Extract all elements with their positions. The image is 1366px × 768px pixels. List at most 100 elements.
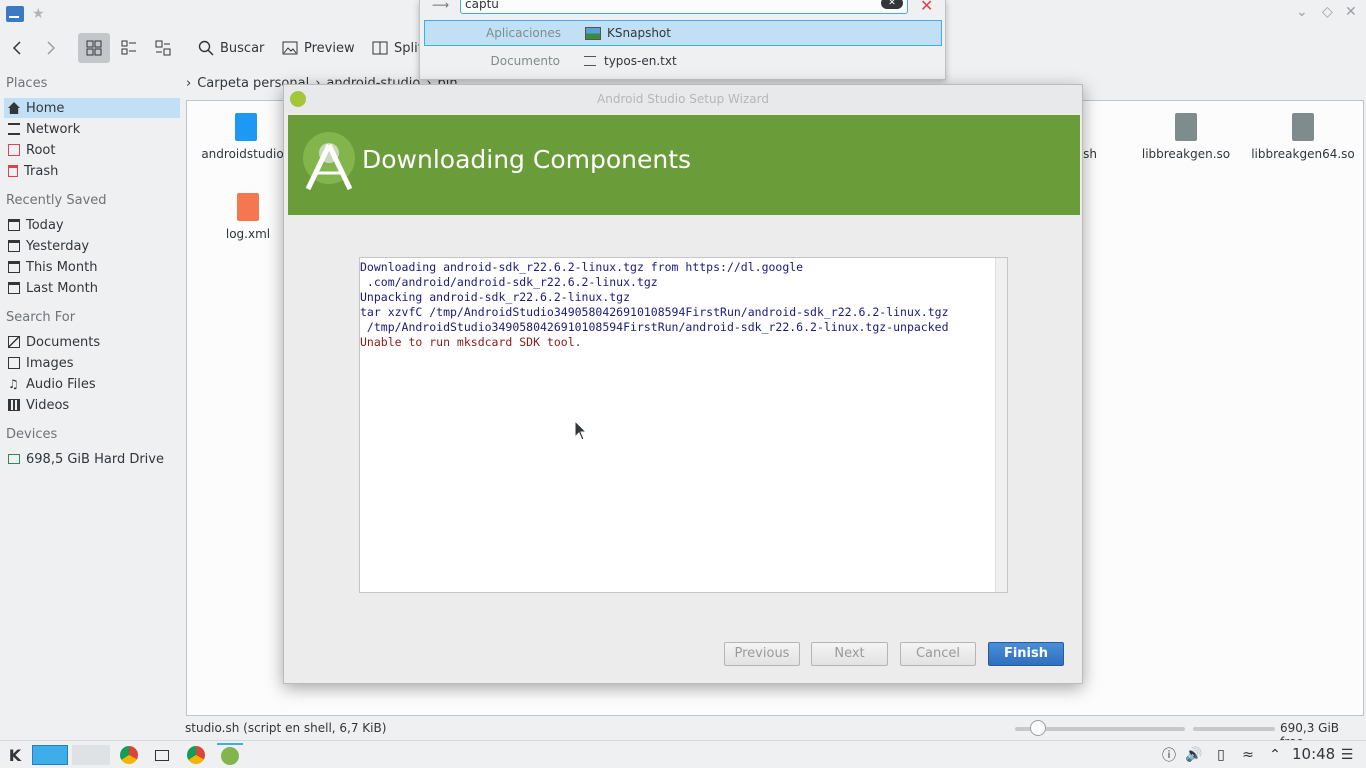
calendar-icon xyxy=(8,261,20,273)
xml-file-icon xyxy=(237,193,259,221)
place-network[interactable]: Network xyxy=(4,119,180,139)
free-space-bar xyxy=(1193,727,1275,731)
cancel-button[interactable]: Cancel xyxy=(900,642,976,666)
krunner-close-icon[interactable]: ✕ xyxy=(920,0,933,15)
place-root[interactable]: Root xyxy=(4,140,180,160)
pager-desktop-2[interactable] xyxy=(72,743,110,767)
place-last-month[interactable]: Last Month xyxy=(4,278,180,298)
maximize-icon[interactable]: ◇ xyxy=(1322,4,1333,20)
place-today[interactable]: Today xyxy=(4,215,180,235)
details-view-button[interactable] xyxy=(152,33,174,63)
place-audio-files-label: Audio Files xyxy=(26,376,96,392)
images-icon xyxy=(8,357,20,369)
documents-icon xyxy=(8,336,20,348)
place-videos[interactable]: Videos xyxy=(4,395,180,415)
log-scrollbar[interactable] xyxy=(995,258,1007,592)
place-this-month[interactable]: This Month xyxy=(4,257,180,277)
place-hard-drive[interactable]: 698,5 GiB Hard Drive xyxy=(4,449,180,469)
place-trash-label: Trash xyxy=(24,163,59,179)
pin-icon[interactable]: ★ xyxy=(32,6,45,22)
place-network-label: Network xyxy=(26,121,81,137)
panel-options-icon[interactable]: ☰ xyxy=(1338,743,1356,767)
krunner-query-text: captu xyxy=(465,0,499,11)
split-button[interactable]: Split xyxy=(372,33,423,63)
log-lines: Downloading android-sdk_r22.6.2-linux.tg… xyxy=(360,260,1007,350)
details-view-icon xyxy=(155,40,171,56)
desktop-2-thumbnail xyxy=(72,745,110,765)
recently-saved-header: Recently Saved xyxy=(6,193,107,208)
place-yesterday-label: Yesterday xyxy=(26,238,90,254)
preview-icon xyxy=(282,41,298,55)
clipboard-icon[interactable]: ▯ xyxy=(1212,743,1230,767)
place-documents-label: Documents xyxy=(26,334,101,350)
file-name: libbreakgen.so xyxy=(1141,147,1231,161)
place-audio-files[interactable]: ♫ Audio Files xyxy=(4,374,180,394)
folder-icon xyxy=(155,749,169,761)
configure-icon[interactable]: ⟶ xyxy=(432,0,449,12)
preview-button[interactable]: Preview xyxy=(282,33,355,63)
dolphin-app-icon[interactable] xyxy=(6,6,24,22)
place-trash[interactable]: Trash xyxy=(4,161,180,181)
video-icon xyxy=(8,399,20,411)
wizard-header-title: Downloading Components xyxy=(362,145,692,174)
zoom-slider-handle[interactable] xyxy=(1030,720,1046,736)
place-documents[interactable]: Documents xyxy=(4,332,180,352)
file-item[interactable]: libbreakgen64.so xyxy=(1247,113,1359,161)
log-line: .com/android/android-sdk_r22.6.2-linux.t… xyxy=(360,275,658,289)
forward-arrow-icon xyxy=(47,41,56,55)
minimize-icon[interactable]: ⌄ xyxy=(1296,4,1308,20)
file-name: libbreakgen64.so xyxy=(1251,147,1355,161)
file-name: sh xyxy=(1083,147,1097,161)
preview-label: Preview xyxy=(304,40,355,56)
wifi-icon[interactable]: ≈ xyxy=(1238,743,1258,767)
forward-button[interactable] xyxy=(44,33,64,63)
place-hard-drive-label: 698,5 GiB Hard Drive xyxy=(26,451,164,467)
krunner-result-document[interactable]: Documento typos-en.txt xyxy=(424,48,942,74)
pager-desktop-1[interactable] xyxy=(32,743,68,767)
result-label: typos-en.txt xyxy=(604,54,677,68)
places-header: Places xyxy=(6,76,48,91)
file-manager-task[interactable] xyxy=(151,743,173,767)
chrome-launcher[interactable] xyxy=(118,743,140,767)
result-label: KSnapshot xyxy=(607,26,671,40)
setup-wizard-dialog: Android Studio Setup Wizard Downloading … xyxy=(283,84,1083,684)
status-file-info: studio.sh (script en shell, 6,7 KiB) xyxy=(185,721,387,735)
place-yesterday[interactable]: Yesterday xyxy=(4,236,180,256)
trash-icon xyxy=(8,165,18,177)
volume-icon[interactable]: 🔊 xyxy=(1184,743,1204,767)
kde-logo-icon: K xyxy=(8,745,22,765)
home-icon xyxy=(8,102,20,114)
clock[interactable]: 10:48 xyxy=(1292,745,1335,763)
info-icon[interactable]: ⓘ xyxy=(1160,743,1178,767)
file-manager-toolbar: Buscar Preview Split xyxy=(0,30,423,66)
search-button[interactable]: Buscar xyxy=(198,33,264,63)
log-line: Unable to run mksdcard SDK tool. xyxy=(360,335,582,349)
krunner-search-input[interactable]: captu ✕ xyxy=(460,0,908,14)
result-category: Aplicaciones xyxy=(486,26,561,40)
show-hidden-icon[interactable]: ⌃ xyxy=(1266,743,1284,767)
android-studio-task[interactable] xyxy=(217,743,243,767)
compact-view-button[interactable] xyxy=(118,33,140,63)
chrome-task[interactable] xyxy=(185,743,207,767)
place-home[interactable]: Home xyxy=(4,98,180,118)
icons-view-button[interactable] xyxy=(78,33,110,63)
krunner-result-ksnapshot[interactable]: Aplicaciones KSnapshot xyxy=(424,20,942,46)
file-item[interactable]: libbreakgen.so xyxy=(1131,113,1241,161)
download-log[interactable]: Downloading android-sdk_r22.6.2-linux.tg… xyxy=(359,257,1008,593)
file-icon xyxy=(235,113,257,141)
file-name: log.xml xyxy=(225,227,271,241)
network-icon xyxy=(8,123,20,135)
previous-button[interactable]: Previous xyxy=(724,642,800,666)
back-button[interactable] xyxy=(10,33,30,63)
close-icon[interactable]: ✕ xyxy=(1345,4,1357,20)
log-line: /tmp/AndroidStudio3490580426910108594Fir… xyxy=(360,320,949,334)
result-content: KSnapshot xyxy=(585,26,671,40)
next-button[interactable]: Next xyxy=(811,642,888,666)
place-this-month-label: This Month xyxy=(26,259,98,275)
place-images[interactable]: Images xyxy=(4,353,180,373)
chrome-icon xyxy=(187,746,205,764)
finish-button[interactable]: Finish xyxy=(988,642,1064,666)
clear-text-icon[interactable]: ✕ xyxy=(881,0,903,9)
devices-header: Devices xyxy=(6,427,58,442)
application-launcher[interactable]: K xyxy=(4,743,26,767)
